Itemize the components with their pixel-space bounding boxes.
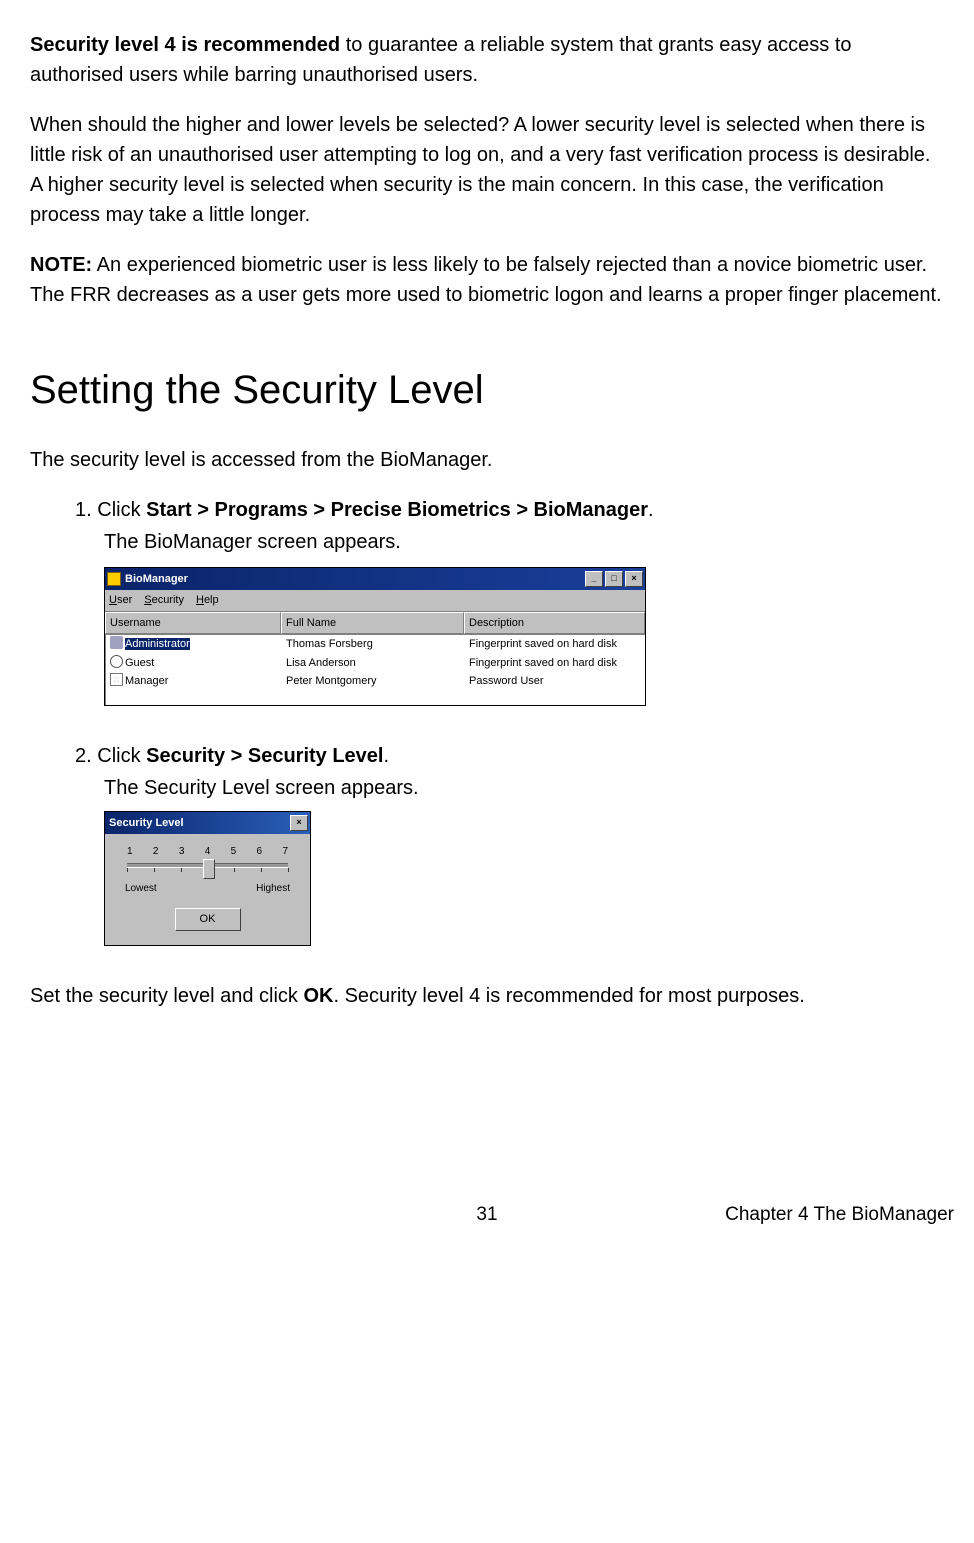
slider-num: 3: [179, 844, 185, 859]
menu-security[interactable]: Security: [144, 592, 184, 609]
user-icon: [110, 673, 123, 686]
section-heading: Setting the Security Level: [30, 360, 944, 420]
slider-thumb[interactable]: [203, 859, 215, 879]
step-2: 2. Click Security > Security Level. The …: [75, 741, 944, 946]
table-row[interactable]: Guest Lisa Anderson Fingerprint saved on…: [106, 654, 645, 673]
cell-full: Peter Montgomery: [282, 672, 465, 691]
closing-bold: OK: [303, 985, 333, 1007]
cell-desc: Password User: [465, 672, 645, 691]
cell-full: Lisa Anderson: [282, 654, 465, 673]
step2-post: .: [383, 745, 389, 767]
step2-num: 2.: [75, 745, 97, 767]
slider-lowest: Lowest: [125, 881, 157, 896]
intro-para2: When should the higher and lower levels …: [30, 110, 944, 230]
menu-user[interactable]: User: [109, 592, 132, 609]
menu-help[interactable]: Help: [196, 592, 219, 609]
security-level-window: Security Level × 1 2 3 4 5 6 7: [104, 811, 311, 946]
slider-highest: Highest: [256, 881, 290, 896]
step2-pre: Click: [97, 745, 146, 767]
note-label: NOTE:: [30, 254, 92, 276]
slider-num: 2: [153, 844, 159, 859]
table-row[interactable]: Administrator Thomas Forsberg Fingerprin…: [106, 635, 645, 654]
seclevel-title: Security Level: [107, 815, 290, 832]
minimize-button[interactable]: _: [585, 571, 603, 587]
cell-desc: Fingerprint saved on hard disk: [465, 635, 645, 654]
intro-strong: Security level 4 is recommended: [30, 34, 340, 56]
chapter-label: Chapter 4 The BioManager: [725, 1201, 954, 1230]
closing-para: Set the security level and click OK. Sec…: [30, 981, 944, 1011]
slider-num: 1: [127, 844, 133, 859]
intro-note: NOTE: An experienced biometric user is l…: [30, 250, 944, 310]
slider-num: 4: [205, 844, 211, 859]
step1-sub: The BioManager screen appears.: [104, 527, 944, 557]
slider-num: 6: [257, 844, 263, 859]
step1-post: .: [648, 499, 654, 521]
slider-numbers: 1 2 3 4 5 6 7: [119, 844, 296, 859]
cell-user: Guest: [125, 657, 154, 669]
col-username[interactable]: Username: [105, 612, 281, 635]
slider-track[interactable]: [127, 861, 288, 877]
page-number: 31: [476, 1201, 497, 1230]
closing-pre: Set the security level and click: [30, 985, 303, 1007]
list-header: Username Full Name Description: [105, 611, 645, 635]
step2-sub: The Security Level screen appears.: [104, 773, 944, 803]
user-icon: [110, 636, 123, 649]
close-button[interactable]: ×: [625, 571, 643, 587]
intro-para1: Security level 4 is recommended to guara…: [30, 30, 944, 90]
cell-user: Manager: [125, 675, 168, 687]
slider-num: 7: [282, 844, 288, 859]
biomanager-title: BioManager: [125, 571, 585, 588]
step1-num: 1.: [75, 499, 97, 521]
user-icon: [110, 655, 123, 668]
step2-path: Security > Security Level: [146, 745, 383, 767]
section-sub: The security level is accessed from the …: [30, 445, 944, 475]
biomanager-titlebar[interactable]: BioManager _ □ ×: [105, 568, 645, 590]
slider-num: 5: [231, 844, 237, 859]
note-rest: An experienced biometric user is less li…: [30, 254, 942, 306]
cell-desc: Fingerprint saved on hard disk: [465, 654, 645, 673]
app-icon: [107, 572, 121, 586]
closing-post: . Security level 4 is recommended for mo…: [333, 985, 804, 1007]
close-button[interactable]: ×: [290, 815, 308, 831]
cell-user: Administrator: [125, 638, 190, 650]
maximize-button[interactable]: □: [605, 571, 623, 587]
col-fullname[interactable]: Full Name: [281, 612, 464, 635]
cell-full: Thomas Forsberg: [282, 635, 465, 654]
step1-path: Start > Programs > Precise Biometrics > …: [146, 499, 648, 521]
col-description[interactable]: Description: [464, 612, 645, 635]
menubar: User Security Help: [105, 590, 645, 611]
table-row[interactable]: Manager Peter Montgomery Password User: [106, 672, 645, 691]
step-1: 1. Click Start > Programs > Precise Biom…: [75, 495, 944, 706]
biomanager-window: BioManager _ □ × User Security Help User…: [104, 567, 646, 706]
ok-button[interactable]: OK: [175, 908, 241, 931]
list-body: Administrator Thomas Forsberg Fingerprin…: [105, 634, 645, 705]
step1-pre: Click: [97, 499, 146, 521]
seclevel-titlebar[interactable]: Security Level ×: [105, 812, 310, 834]
